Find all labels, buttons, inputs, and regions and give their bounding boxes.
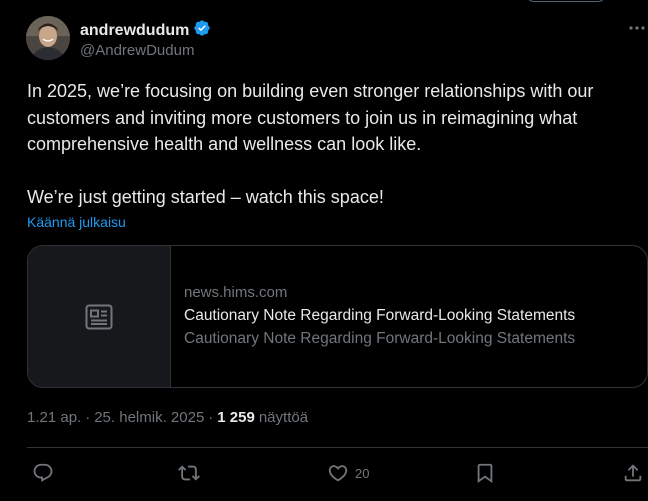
link-card[interactable]: news.hims.com Cautionary Note Regarding … <box>27 245 648 388</box>
views-count: 1 259 <box>217 409 255 426</box>
reply-button[interactable] <box>32 458 54 488</box>
follow-button-edge[interactable] <box>526 0 606 2</box>
link-card-body: news.hims.com Cautionary Note Regarding … <box>171 246 575 387</box>
meta-separator: · <box>208 409 214 426</box>
action-bar: 20 <box>0 458 648 488</box>
heart-icon <box>328 465 348 482</box>
retweet-button[interactable] <box>178 458 200 488</box>
tweet-text: In 2025, we’re focusing on building even… <box>27 81 594 207</box>
tweet-time[interactable]: 1.21 ap. <box>27 409 81 426</box>
article-icon <box>85 304 113 329</box>
link-card-domain: news.hims.com <box>184 284 288 301</box>
like-button[interactable]: 20 <box>327 458 369 488</box>
avatar-photo <box>26 16 70 60</box>
meta-separator: · <box>85 409 91 426</box>
bookmark-button[interactable] <box>474 458 496 488</box>
views-label: näyttöä <box>258 409 309 426</box>
link-card-thumbnail <box>28 246 171 387</box>
avatar[interactable] <box>26 16 70 60</box>
share-icon <box>624 464 642 482</box>
divider <box>27 447 648 448</box>
retweet-icon <box>178 465 200 481</box>
reply-icon <box>33 463 53 482</box>
translate-post-link[interactable]: Käännä julkaisu <box>27 214 126 230</box>
author-name[interactable]: andrewdudum <box>80 22 189 40</box>
author-handle[interactable]: @AndrewDudum <box>80 42 194 59</box>
author-name-row: andrewdudum <box>80 19 211 42</box>
link-card-description: Cautionary Note Regarding Forward-Lookin… <box>184 330 576 347</box>
tweet-date[interactable]: 25. helmik. 2025 <box>94 409 204 426</box>
verified-badge-icon <box>193 19 211 42</box>
share-button[interactable] <box>622 458 644 488</box>
tweet-meta: 1.21 ap. · 25. helmik. 2025 · 1 259 näyt… <box>27 409 308 426</box>
bookmark-icon <box>477 463 493 484</box>
like-count: 20 <box>355 465 370 481</box>
more-options-icon[interactable] <box>626 21 648 35</box>
link-card-title: Cautionary Note Regarding Forward-Lookin… <box>184 307 576 324</box>
